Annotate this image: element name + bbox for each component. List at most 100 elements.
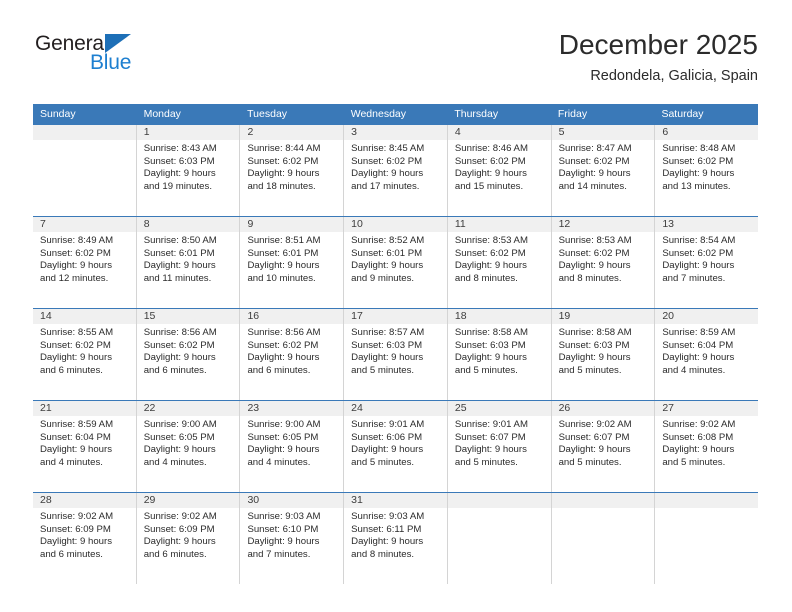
day-sun-info: Sunrise: 8:53 AM Sunset: 6:02 PM Daylight:… <box>448 232 551 285</box>
calendar-day-cell-empty <box>447 493 552 584</box>
day-sun-info: Sunrise: 9:03 AM Sunset: 6:10 PM Daylight:… <box>240 508 343 561</box>
sunrise-text: Sunrise: 8:47 AM <box>558 143 632 154</box>
day-number: 16 <box>240 309 344 324</box>
day-sun-info <box>448 508 551 511</box>
daylight-text-line1: Daylight: 9 hours <box>247 536 320 548</box>
calendar-day-cell[interactable]: 27 Sunrise: 9:02 AM Sunset: 6:08 PM Dayligh… <box>655 401 759 492</box>
daylight-text-line2: and 5 minutes. <box>454 364 518 376</box>
sunset-text: Sunset: 6:10 PM <box>247 523 319 535</box>
calendar-day-cell[interactable]: 26 Sunrise: 9:02 AM Sunset: 6:07 PM Dayligh… <box>551 401 656 492</box>
weekday-header-saturday: Saturday <box>661 108 704 120</box>
day-sun-info: Sunrise: 9:02 AM Sunset: 6:09 PM Daylight:… <box>137 508 240 561</box>
sunrise-text: Sunrise: 9:02 AM <box>662 419 736 430</box>
sunrise-text: Sunrise: 8:57 AM <box>351 327 425 338</box>
daylight-text-line2: and 19 minutes. <box>143 180 212 192</box>
calendar-day-cell[interactable]: 25 Sunrise: 9:01 AM Sunset: 6:07 PM Dayligh… <box>447 401 552 492</box>
daylight-text-line1: Daylight: 9 hours <box>143 260 216 272</box>
day-sun-info: Sunrise: 8:44 AM Sunset: 6:02 PM Daylight:… <box>240 140 343 193</box>
page-title: December 2025 <box>558 29 758 60</box>
sunrise-text: Sunrise: 9:01 AM <box>351 419 425 430</box>
calendar-day-cell[interactable]: 28 Sunrise: 9:02 AM Sunset: 6:09 PM Dayligh… <box>33 493 137 584</box>
calendar-day-cell[interactable]: 10 Sunrise: 8:52 AM Sunset: 6:01 PM Dayligh… <box>344 217 448 308</box>
day-sun-info <box>552 508 655 511</box>
daylight-text-line2: and 4 minutes. <box>40 456 103 468</box>
sunset-text: Sunset: 6:02 PM <box>454 247 526 259</box>
calendar-day-cell[interactable]: 19 Sunrise: 8:58 AM Sunset: 6:03 PM Dayligh… <box>551 309 656 400</box>
daylight-text-line2: and 5 minutes. <box>662 456 726 468</box>
sunset-text: Sunset: 6:02 PM <box>662 155 734 167</box>
day-sun-info: Sunrise: 9:02 AM Sunset: 6:07 PM Daylight:… <box>552 416 655 469</box>
day-number: 25 <box>447 401 551 416</box>
daylight-text-line1: Daylight: 9 hours <box>662 352 735 364</box>
calendar-day-cell[interactable]: 21 Sunrise: 8:59 AM Sunset: 6:04 PM Dayligh… <box>33 401 137 492</box>
sunset-text: Sunset: 6:03 PM <box>454 339 526 351</box>
weekday-header-friday: Friday <box>557 108 588 120</box>
daylight-text-line2: and 5 minutes. <box>351 456 415 468</box>
sunset-text: Sunset: 6:02 PM <box>247 339 319 351</box>
sunset-text: Sunset: 6:05 PM <box>143 431 215 443</box>
calendar-day-cell[interactable]: 7 Sunrise: 8:49 AM Sunset: 6:02 PM Daylight… <box>33 217 137 308</box>
day-sun-info: Sunrise: 8:43 AM Sunset: 6:03 PM Daylight:… <box>137 140 240 193</box>
calendar-day-cell[interactable]: 8 Sunrise: 8:50 AM Sunset: 6:01 PM Daylight… <box>136 217 241 308</box>
daylight-text-line1: Daylight: 9 hours <box>40 352 112 364</box>
calendar-day-cell[interactable]: 23 Sunrise: 9:00 AM Sunset: 6:05 PM Dayligh… <box>240 401 345 492</box>
day-number: 8 <box>136 217 240 232</box>
day-number: 21 <box>33 401 136 416</box>
daylight-text-line1: Daylight: 9 hours <box>454 168 527 180</box>
day-sun-info: Sunrise: 9:02 AM Sunset: 6:09 PM Daylight:… <box>33 508 136 561</box>
calendar-day-cell[interactable]: 20 Sunrise: 8:59 AM Sunset: 6:04 PM Dayligh… <box>655 309 759 400</box>
calendar-day-cell[interactable]: 16 Sunrise: 8:56 AM Sunset: 6:02 PM Dayligh… <box>240 309 345 400</box>
calendar-day-cell[interactable]: 17 Sunrise: 8:57 AM Sunset: 6:03 PM Dayligh… <box>344 309 448 400</box>
calendar-day-cell[interactable]: 9 Sunrise: 8:51 AM Sunset: 6:01 PM Daylight… <box>240 217 345 308</box>
calendar-day-cell[interactable]: 3 Sunrise: 8:45 AM Sunset: 6:02 PM Daylight… <box>344 125 448 216</box>
calendar-day-cell[interactable]: 18 Sunrise: 8:58 AM Sunset: 6:03 PM Dayligh… <box>447 309 552 400</box>
calendar-day-cell[interactable]: 29 Sunrise: 9:02 AM Sunset: 6:09 PM Dayligh… <box>136 493 241 584</box>
day-sun-info: Sunrise: 8:53 AM Sunset: 6:02 PM Daylight:… <box>552 232 655 285</box>
page-subtitle: Redondela, Galicia, Spain <box>590 68 758 84</box>
calendar-day-cell[interactable]: 30 Sunrise: 9:03 AM Sunset: 6:10 PM Dayligh… <box>240 493 345 584</box>
calendar-day-cell[interactable]: 2 Sunrise: 8:44 AM Sunset: 6:02 PM Daylight… <box>240 125 345 216</box>
day-sun-info: Sunrise: 8:58 AM Sunset: 6:03 PM Daylight:… <box>552 324 655 377</box>
sunrise-text: Sunrise: 8:55 AM <box>40 327 114 338</box>
daylight-text-line1: Daylight: 9 hours <box>558 352 631 364</box>
day-sun-info: Sunrise: 8:50 AM Sunset: 6:01 PM Daylight:… <box>137 232 240 285</box>
daylight-text-line2: and 6 minutes. <box>247 364 311 376</box>
daylight-text-line1: Daylight: 9 hours <box>558 168 631 180</box>
day-sun-info: Sunrise: 8:56 AM Sunset: 6:02 PM Daylight:… <box>240 324 343 377</box>
calendar-day-cell[interactable]: 13 Sunrise: 8:54 AM Sunset: 6:02 PM Dayligh… <box>655 217 759 308</box>
calendar-day-cell[interactable]: 5 Sunrise: 8:47 AM Sunset: 6:02 PM Daylight… <box>551 125 656 216</box>
calendar-day-cell[interactable]: 15 Sunrise: 8:56 AM Sunset: 6:02 PM Dayligh… <box>136 309 241 400</box>
calendar-day-cell[interactable]: 4 Sunrise: 8:46 AM Sunset: 6:02 PM Daylight… <box>447 125 552 216</box>
sunrise-text: Sunrise: 8:56 AM <box>247 327 321 338</box>
calendar-day-cell[interactable]: 31 Sunrise: 9:03 AM Sunset: 6:11 PM Dayligh… <box>344 493 448 584</box>
calendar-day-cell[interactable]: 24 Sunrise: 9:01 AM Sunset: 6:06 PM Dayligh… <box>344 401 448 492</box>
calendar-day-cell[interactable]: 1 Sunrise: 8:43 AM Sunset: 6:03 PM Daylight… <box>136 125 241 216</box>
calendar-day-cell[interactable]: 11 Sunrise: 8:53 AM Sunset: 6:02 PM Dayligh… <box>447 217 552 308</box>
daylight-text-line1: Daylight: 9 hours <box>558 260 631 272</box>
calendar-day-cell[interactable]: 6 Sunrise: 8:48 AM Sunset: 6:02 PM Daylight… <box>655 125 759 216</box>
calendar-day-cell[interactable]: 14 Sunrise: 8:55 AM Sunset: 6:02 PM Dayligh… <box>33 309 137 400</box>
sunrise-text: Sunrise: 8:59 AM <box>40 419 114 430</box>
daylight-text-line2: and 4 minutes. <box>662 364 726 376</box>
sunrise-text: Sunrise: 8:44 AM <box>247 143 321 154</box>
general-blue-logo[interactable]: General Blue <box>33 32 183 84</box>
day-sun-info: Sunrise: 9:03 AM Sunset: 6:11 PM Daylight:… <box>344 508 447 561</box>
sunrise-text: Sunrise: 8:43 AM <box>143 143 217 154</box>
sunset-text: Sunset: 6:04 PM <box>40 431 111 443</box>
weekday-header-wednesday: Wednesday <box>350 108 406 120</box>
sunrise-text: Sunrise: 8:46 AM <box>454 143 528 154</box>
day-sun-info <box>33 140 136 143</box>
daylight-text-line1: Daylight: 9 hours <box>247 444 320 456</box>
day-sun-info: Sunrise: 8:46 AM Sunset: 6:02 PM Daylight:… <box>448 140 551 193</box>
sunrise-text: Sunrise: 8:51 AM <box>247 235 321 246</box>
daylight-text-line1: Daylight: 9 hours <box>247 352 320 364</box>
day-number: 2 <box>240 125 344 140</box>
sunset-text: Sunset: 6:08 PM <box>662 431 734 443</box>
calendar-day-cell[interactable]: 12 Sunrise: 8:53 AM Sunset: 6:02 PM Dayligh… <box>551 217 656 308</box>
sunrise-text: Sunrise: 8:48 AM <box>662 143 736 154</box>
daylight-text-line2: and 14 minutes. <box>558 180 627 192</box>
daylight-text-line1: Daylight: 9 hours <box>351 536 424 548</box>
daylight-text-line2: and 9 minutes. <box>351 272 415 284</box>
sunrise-text: Sunrise: 8:53 AM <box>454 235 528 246</box>
calendar-day-cell[interactable]: 22 Sunrise: 9:00 AM Sunset: 6:05 PM Dayligh… <box>136 401 241 492</box>
